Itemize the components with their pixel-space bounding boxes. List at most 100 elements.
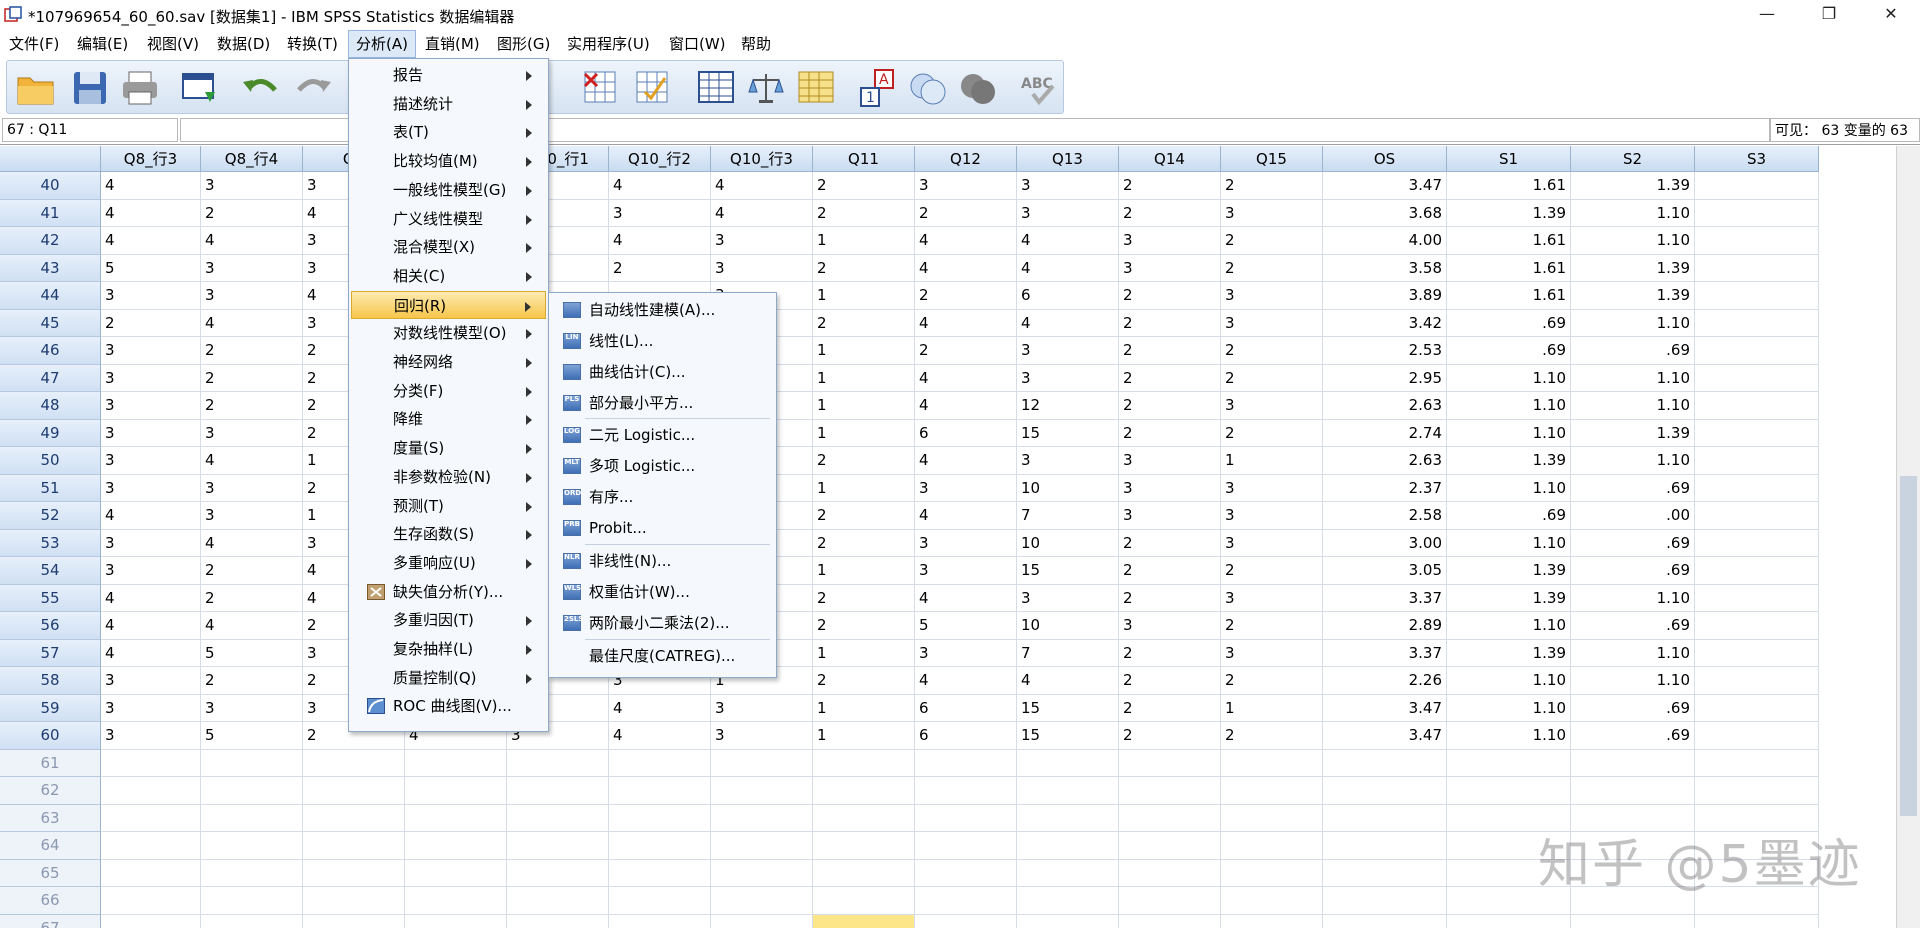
data-cell[interactable]: 3 — [1221, 309, 1323, 337]
data-cell[interactable]: 5 — [201, 639, 303, 667]
data-cell[interactable]: 12 — [1017, 392, 1119, 420]
data-cell[interactable]: 4 — [201, 447, 303, 475]
data-cell[interactable]: 2 — [813, 584, 915, 612]
data-cell[interactable] — [101, 777, 201, 805]
data-cell[interactable] — [915, 832, 1017, 860]
data-cell[interactable] — [711, 832, 813, 860]
data-cell[interactable] — [711, 804, 813, 832]
data-cell[interactable]: 2 — [1119, 392, 1221, 420]
data-cell[interactable]: 3 — [915, 474, 1017, 502]
data-cell[interactable]: 4 — [201, 309, 303, 337]
regression-menu-item[interactable]: 自动线性建模(A)... — [551, 295, 774, 325]
data-cell[interactable]: .69 — [1571, 612, 1695, 640]
data-cell[interactable] — [101, 859, 201, 887]
menu-window[interactable]: 窗口(W) — [662, 30, 733, 58]
row-number[interactable]: 40 — [0, 172, 101, 200]
data-cell[interactable] — [1017, 832, 1119, 860]
data-cell[interactable]: 4 — [915, 667, 1017, 695]
data-cell[interactable] — [101, 804, 201, 832]
menu-edit[interactable]: 编辑(E) — [70, 30, 135, 58]
data-cell[interactable]: 4 — [915, 309, 1017, 337]
data-cell[interactable] — [303, 887, 405, 915]
data-cell[interactable]: 3 — [1221, 529, 1323, 557]
data-cell[interactable]: 4 — [1017, 254, 1119, 282]
data-cell[interactable]: 4 — [915, 502, 1017, 530]
data-cell[interactable] — [1221, 887, 1323, 915]
column-header[interactable]: Q13 — [1017, 146, 1119, 172]
spell-check-icon[interactable]: ABC — [1019, 68, 1061, 108]
row-number[interactable]: 61 — [0, 749, 101, 777]
data-cell[interactable]: 4 — [915, 227, 1017, 255]
data-cell[interactable]: 1.10 — [1447, 474, 1571, 502]
data-cell[interactable] — [1017, 887, 1119, 915]
data-cell[interactable] — [1695, 172, 1819, 200]
menu-file[interactable]: 文件(F) — [2, 30, 66, 58]
data-cell[interactable]: 2 — [1119, 337, 1221, 365]
data-cell[interactable] — [1695, 639, 1819, 667]
analyze-menu-item[interactable]: 相关(C) — [351, 262, 546, 291]
data-cell[interactable]: 3 — [1119, 254, 1221, 282]
data-cell[interactable] — [711, 859, 813, 887]
data-cell[interactable] — [1323, 832, 1447, 860]
data-cell[interactable] — [609, 859, 711, 887]
data-cell[interactable]: 2.95 — [1323, 364, 1447, 392]
data-cell[interactable]: 4 — [609, 694, 711, 722]
data-cell[interactable]: 5 — [915, 612, 1017, 640]
data-cell[interactable]: 6 — [915, 694, 1017, 722]
data-cell[interactable]: 3 — [1017, 584, 1119, 612]
data-cell[interactable]: 3 — [609, 199, 711, 227]
data-cell[interactable]: 1.39 — [1571, 282, 1695, 310]
data-cell[interactable]: 2 — [1119, 419, 1221, 447]
data-cell[interactable]: .69 — [1571, 722, 1695, 750]
data-cell[interactable]: 2 — [1119, 172, 1221, 200]
data-cell[interactable] — [1119, 887, 1221, 915]
data-cell[interactable] — [507, 859, 609, 887]
data-cell[interactable]: 4 — [915, 584, 1017, 612]
row-number[interactable]: 48 — [0, 392, 101, 420]
data-cell[interactable]: 3.47 — [1323, 722, 1447, 750]
data-cell[interactable] — [1323, 749, 1447, 777]
data-cell[interactable]: 3 — [101, 474, 201, 502]
data-cell[interactable]: 1 — [813, 557, 915, 585]
data-cell[interactable]: 3 — [201, 419, 303, 447]
data-cell[interactable]: 3 — [1017, 172, 1119, 200]
regression-menu-item[interactable]: PRB Probit... — [551, 513, 774, 543]
data-cell[interactable]: 2 — [201, 667, 303, 695]
data-cell[interactable]: 2.58 — [1323, 502, 1447, 530]
data-cell[interactable] — [1695, 584, 1819, 612]
menu-utilities[interactable]: 实用程序(U) — [560, 30, 657, 58]
data-cell[interactable]: 2 — [201, 392, 303, 420]
data-cell[interactable] — [1119, 777, 1221, 805]
regression-menu-item[interactable]: LOG 二元 Logistic... — [551, 420, 774, 450]
data-cell[interactable]: 1.10 — [1447, 419, 1571, 447]
data-cell[interactable]: 6 — [915, 419, 1017, 447]
data-cell[interactable]: 1.39 — [1571, 254, 1695, 282]
data-cell[interactable]: 4 — [101, 172, 201, 200]
data-cell[interactable]: 1.10 — [1447, 667, 1571, 695]
data-cell[interactable]: 3 — [201, 474, 303, 502]
data-cell[interactable]: 3 — [101, 557, 201, 585]
data-cell[interactable] — [1323, 777, 1447, 805]
regression-menu-item[interactable]: LIN 线性(L)... — [551, 326, 774, 356]
row-number[interactable]: 55 — [0, 584, 101, 612]
data-cell[interactable] — [1323, 914, 1447, 928]
analyze-menu-item[interactable]: 预测(T) — [351, 492, 546, 521]
data-cell[interactable]: 2 — [1221, 612, 1323, 640]
data-cell[interactable]: 15 — [1017, 694, 1119, 722]
row-number[interactable]: 66 — [0, 887, 101, 915]
data-cell[interactable]: 6 — [915, 722, 1017, 750]
weight-cases-icon[interactable] — [745, 68, 787, 108]
data-cell[interactable]: 1.61 — [1447, 254, 1571, 282]
row-number[interactable]: 43 — [0, 254, 101, 282]
data-cell[interactable]: 2 — [201, 364, 303, 392]
data-cell[interactable] — [1119, 832, 1221, 860]
data-cell[interactable]: 3 — [101, 667, 201, 695]
data-cell[interactable]: 3 — [201, 254, 303, 282]
analyze-menu-item[interactable]: 混合模型(X) — [351, 233, 546, 262]
data-cell[interactable] — [813, 914, 915, 928]
data-cell[interactable]: 3 — [101, 392, 201, 420]
data-cell[interactable]: 3 — [915, 529, 1017, 557]
data-cell[interactable]: 7 — [1017, 639, 1119, 667]
analyze-menu-item[interactable]: 回归(R) — [351, 290, 546, 320]
data-cell[interactable] — [1571, 914, 1695, 928]
